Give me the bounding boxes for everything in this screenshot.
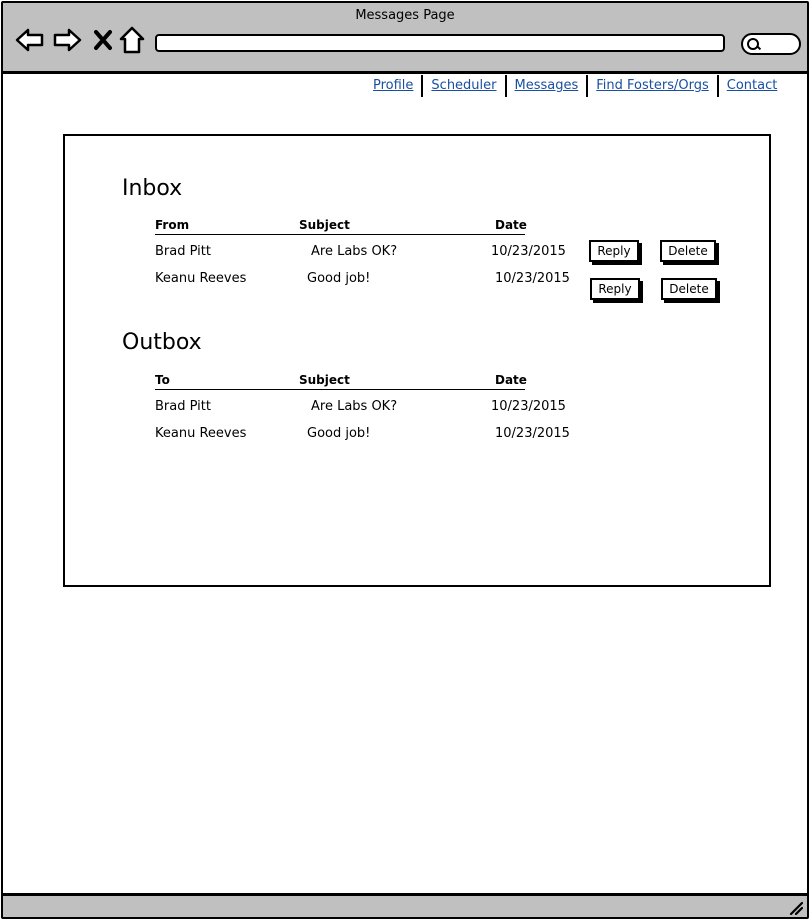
outbox-to: Brad Pitt [155, 399, 211, 414]
browser-window: Messages Page Profile Scheduler Messages… [1, 1, 809, 919]
messages-panel: Inbox From Subject Date Brad Pitt Are La… [63, 134, 771, 587]
outbox-title: Outbox [122, 330, 202, 355]
inbox-date: 10/23/2015 [495, 271, 570, 286]
arrow-left-icon[interactable] [15, 25, 45, 55]
outbox-header-subject: Subject [299, 373, 350, 387]
inbox-subject: Are Labs OK? [311, 244, 398, 259]
inbox-from: Keanu Reeves [155, 271, 247, 286]
inbox-header-date: Date [495, 218, 527, 232]
inbox-header-subject: Subject [299, 218, 350, 232]
outbox-to: Keanu Reeves [155, 426, 247, 441]
reply-button[interactable]: Reply [589, 240, 639, 262]
outbox-subject: Are Labs OK? [311, 399, 398, 414]
inbox-header-from: From [155, 218, 190, 232]
outbox-header-to: To [155, 373, 170, 387]
delete-button[interactable]: Delete [660, 240, 716, 262]
browser-statusbar [3, 893, 807, 917]
nav-link-find-fosters-orgs[interactable]: Find Fosters/Orgs [588, 75, 716, 97]
inbox-subject: Good job! [307, 271, 371, 286]
browser-titlebar: Messages Page [3, 3, 807, 74]
outbox-table-header: To Subject Date [155, 373, 527, 390]
outbox-header-date: Date [495, 373, 527, 387]
arrow-right-icon[interactable] [52, 25, 82, 55]
inbox-date: 10/23/2015 [491, 244, 566, 259]
nav-link-contact[interactable]: Contact [719, 75, 786, 97]
top-navigation: Profile Scheduler Messages Find Fosters/… [365, 75, 785, 97]
outbox-subject: Good job! [307, 426, 371, 441]
inbox-table-header: From Subject Date [155, 218, 527, 235]
url-input[interactable] [155, 34, 725, 52]
delete-button[interactable]: Delete [661, 278, 717, 300]
reply-button[interactable]: Reply [590, 278, 640, 300]
home-icon[interactable] [117, 25, 147, 55]
window-title: Messages Page [355, 8, 455, 23]
inbox-title: Inbox [122, 176, 183, 201]
browser-search-field[interactable] [741, 33, 801, 55]
resize-grip-icon[interactable] [789, 900, 804, 916]
nav-link-scheduler[interactable]: Scheduler [423, 75, 504, 97]
close-icon[interactable] [88, 25, 118, 55]
outbox-date: 10/23/2015 [491, 399, 566, 414]
nav-link-profile[interactable]: Profile [365, 75, 421, 97]
outbox-date: 10/23/2015 [495, 426, 570, 441]
inbox-from: Brad Pitt [155, 244, 211, 259]
nav-link-messages[interactable]: Messages [507, 75, 587, 97]
search-icon [747, 38, 759, 50]
